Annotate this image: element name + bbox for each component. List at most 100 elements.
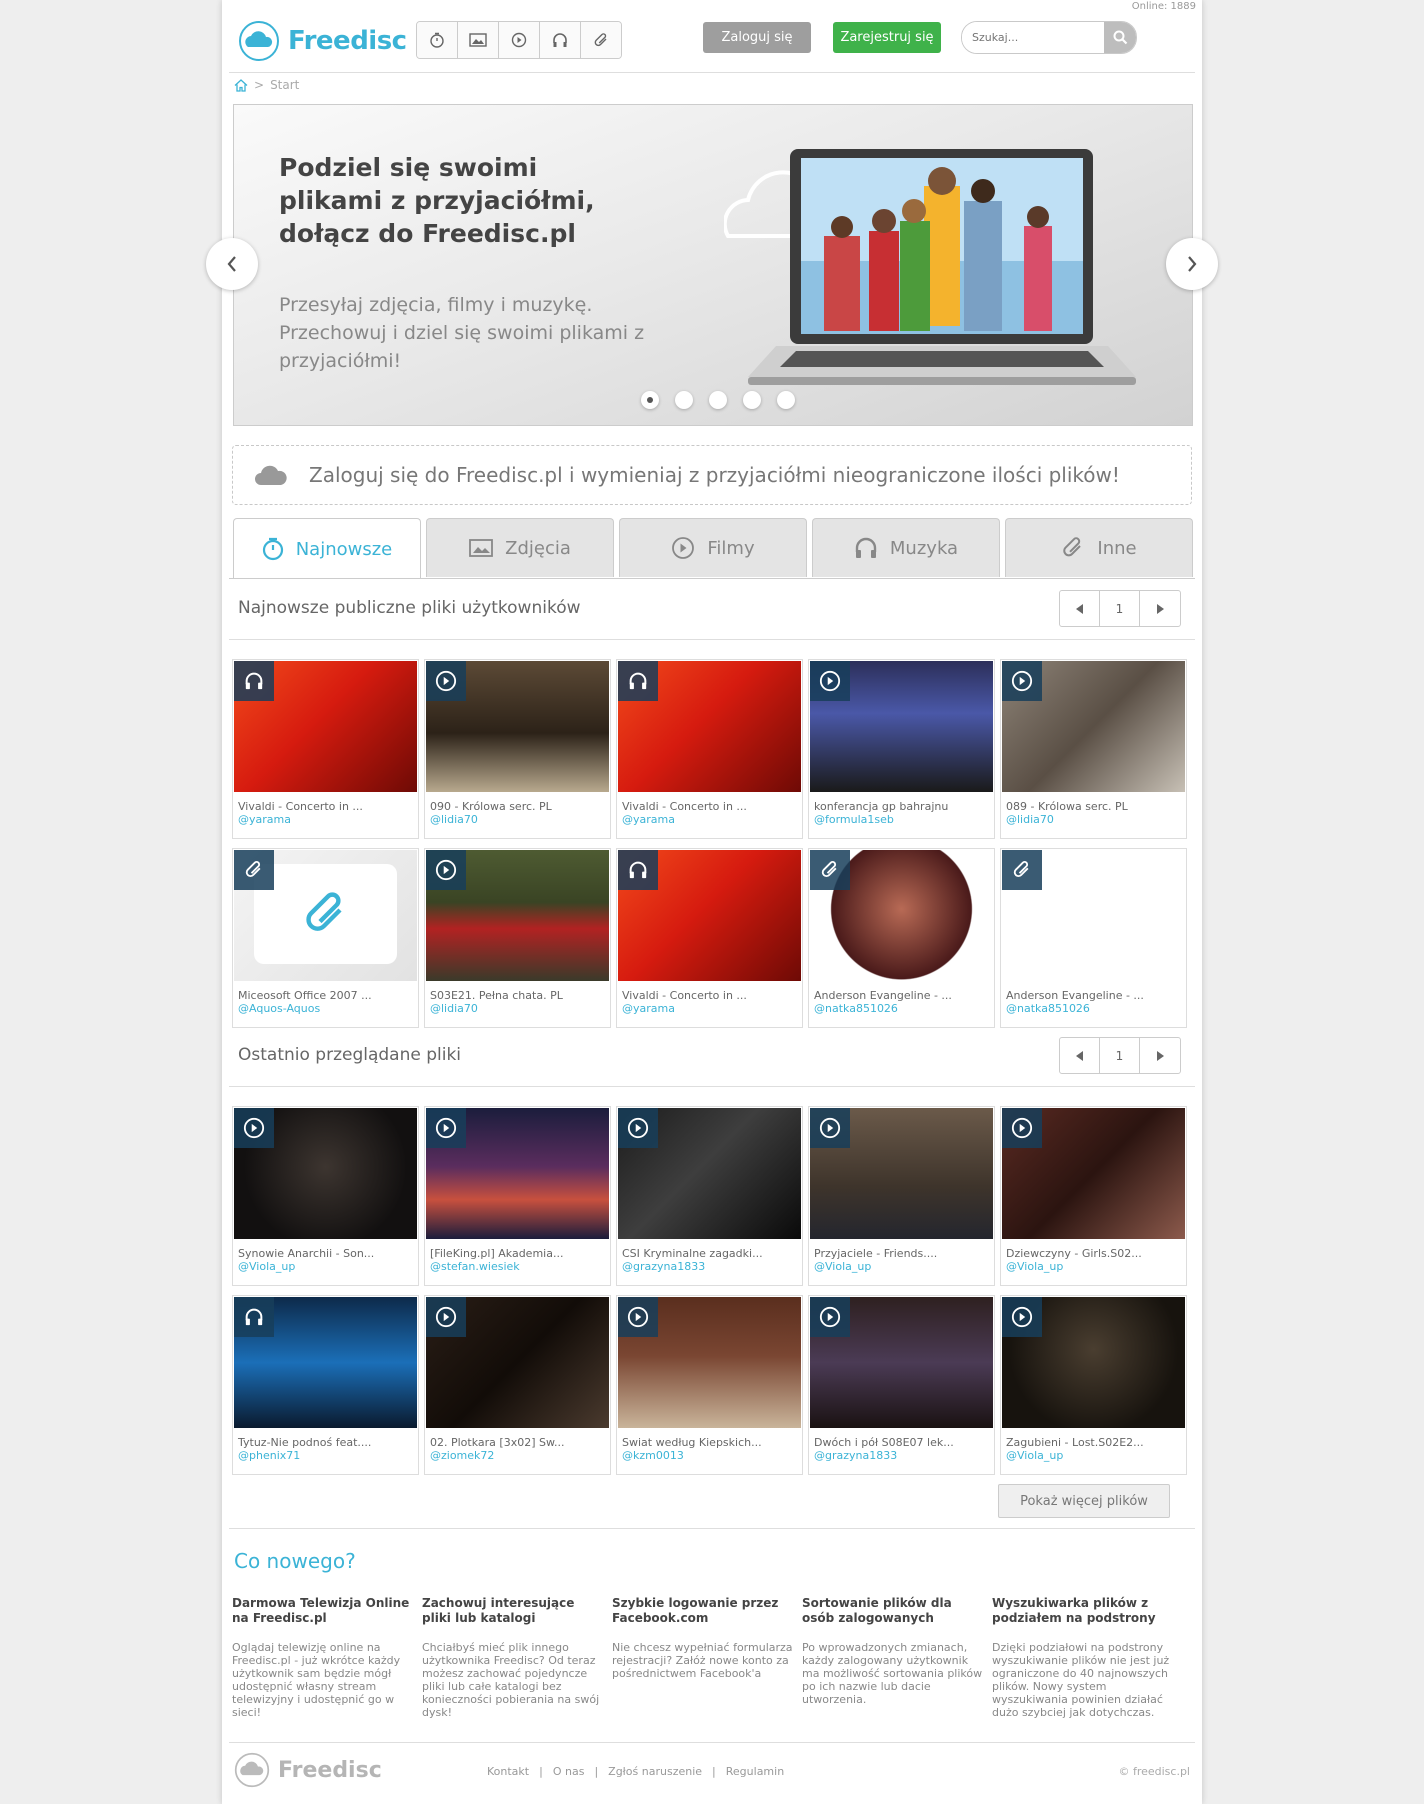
register-button[interactable]: Zarejestruj się bbox=[833, 22, 941, 53]
play-icon[interactable] bbox=[499, 22, 540, 58]
slider-dot[interactable] bbox=[777, 391, 795, 409]
file-title[interactable]: S03E21. Pełna chata. PL bbox=[430, 989, 563, 1002]
file-title[interactable]: Dwóch i pół S08E07 lek... bbox=[814, 1436, 954, 1449]
search-button[interactable] bbox=[1104, 22, 1136, 53]
file-title[interactable]: Przyjaciele - Friends.... bbox=[814, 1247, 937, 1260]
tab-najnowsze[interactable]: Najnowsze bbox=[233, 518, 421, 579]
paperclip-icon[interactable] bbox=[581, 22, 621, 58]
footer-logo[interactable]: Freedisc bbox=[234, 1752, 382, 1788]
pager-next-button[interactable] bbox=[1140, 591, 1179, 626]
file-title[interactable]: Anderson Evangeline - ... bbox=[1006, 989, 1144, 1002]
file-owner-link[interactable]: @natka851026 bbox=[814, 1002, 898, 1015]
file-title[interactable]: Anderson Evangeline - ... bbox=[814, 989, 952, 1002]
slider-dot[interactable] bbox=[743, 391, 761, 409]
file-owner-link[interactable]: @kzm0013 bbox=[622, 1449, 684, 1462]
file-title[interactable]: [FileKing.pl] Akademia... bbox=[430, 1247, 563, 1260]
file-card[interactable]: 089 - Królowa serc. PL @lidia70 bbox=[1000, 659, 1187, 839]
file-owner-link[interactable]: @lidia70 bbox=[430, 1002, 478, 1015]
file-owner-link[interactable]: @Aquos-Aquos bbox=[238, 1002, 320, 1015]
file-card[interactable]: Vivaldi - Concerto in ... @yarama bbox=[232, 659, 419, 839]
file-title[interactable]: Vivaldi - Concerto in ... bbox=[622, 989, 747, 1002]
file-owner-link[interactable]: @phenix71 bbox=[238, 1449, 300, 1462]
file-owner-link[interactable]: @formula1seb bbox=[814, 813, 894, 826]
search-input[interactable] bbox=[962, 22, 1104, 53]
file-title[interactable]: konferancja gp bahrajnu bbox=[814, 800, 948, 813]
file-title[interactable]: Swiat według Kiepskich... bbox=[622, 1436, 762, 1449]
file-owner-link[interactable]: @yarama bbox=[238, 813, 291, 826]
login-button[interactable]: Zaloguj się bbox=[703, 22, 811, 53]
footer-link-regulamin[interactable]: Regulamin bbox=[726, 1765, 784, 1778]
footer-link-o-nas[interactable]: O nas bbox=[553, 1765, 585, 1778]
news-title[interactable]: Darmowa Telewizja Online na Freedisc.pl bbox=[232, 1596, 414, 1626]
file-title[interactable]: Zagubieni - Lost.S02E2... bbox=[1006, 1436, 1144, 1449]
file-card[interactable]: Vivaldi - Concerto in ... @yarama bbox=[616, 848, 803, 1028]
file-title[interactable]: Vivaldi - Concerto in ... bbox=[238, 800, 363, 813]
tab-muzyka[interactable]: Muzyka bbox=[812, 518, 1000, 577]
file-owner-link[interactable]: @stefan.wiesiek bbox=[430, 1260, 520, 1273]
file-owner-link[interactable]: @lidia70 bbox=[430, 813, 478, 826]
news-title[interactable]: Szybkie logowanie przez Facebook.com bbox=[612, 1596, 794, 1626]
login-promo-banner[interactable]: Zaloguj się do Freedisc.pl i wymieniaj z… bbox=[232, 445, 1192, 505]
image-icon[interactable] bbox=[458, 22, 499, 58]
file-title[interactable]: Vivaldi - Concerto in ... bbox=[622, 800, 747, 813]
file-card[interactable]: Anderson Evangeline - ... @natka851026 bbox=[808, 848, 995, 1028]
file-owner-link[interactable]: @Viola_up bbox=[1006, 1260, 1063, 1273]
file-owner-link[interactable]: @lidia70 bbox=[1006, 813, 1054, 826]
file-card[interactable]: Przyjaciele - Friends.... @Viola_up bbox=[808, 1106, 995, 1286]
file-title[interactable]: Miceosoft Office 2007 ... bbox=[238, 989, 372, 1002]
file-title[interactable]: Tytuz-Nie podnoś feat.... bbox=[238, 1436, 371, 1449]
pager-prev-button[interactable] bbox=[1060, 1038, 1099, 1073]
file-owner-link[interactable]: @ziomek72 bbox=[430, 1449, 494, 1462]
news-title[interactable]: Wyszukiwarka plików z podziałem na podst… bbox=[992, 1596, 1174, 1626]
file-card[interactable]: Dwóch i pół S08E07 lek... @grazyna1833 bbox=[808, 1295, 995, 1475]
news-title[interactable]: Sortowanie plików dla osób zalogowanych bbox=[802, 1596, 984, 1626]
file-title[interactable]: CSI Kryminalne zagadki... bbox=[622, 1247, 763, 1260]
file-owner-link[interactable]: @Viola_up bbox=[814, 1260, 871, 1273]
footer-link-kontakt[interactable]: Kontakt bbox=[487, 1765, 529, 1778]
file-card[interactable]: Vivaldi - Concerto in ... @yarama bbox=[616, 659, 803, 839]
file-owner-link[interactable]: @grazyna1833 bbox=[814, 1449, 897, 1462]
pager-next-button[interactable] bbox=[1140, 1038, 1179, 1073]
file-card[interactable]: S03E21. Pełna chata. PL @lidia70 bbox=[424, 848, 611, 1028]
file-owner-link[interactable]: @Viola_up bbox=[1006, 1449, 1063, 1462]
home-icon[interactable] bbox=[234, 78, 248, 92]
file-card[interactable]: Anderson Evangeline - ... @natka851026 bbox=[1000, 848, 1187, 1028]
news-title[interactable]: Zachowuj interesujące pliki lub katalogi bbox=[422, 1596, 604, 1626]
pager-prev-button[interactable] bbox=[1060, 591, 1099, 626]
file-card[interactable]: Zagubieni - Lost.S02E2... @Viola_up bbox=[1000, 1295, 1187, 1475]
file-title[interactable]: 090 - Królowa serc. PL bbox=[430, 800, 552, 813]
file-owner-link[interactable]: @Viola_up bbox=[238, 1260, 295, 1273]
tab-inne[interactable]: Inne bbox=[1005, 518, 1193, 577]
stopwatch-icon[interactable] bbox=[417, 22, 458, 58]
file-card[interactable]: Dziewczyny - Girls.S02... @Viola_up bbox=[1000, 1106, 1187, 1286]
file-card[interactable]: Synowie Anarchii - Son... @Viola_up bbox=[232, 1106, 419, 1286]
file-title[interactable]: Dziewczyny - Girls.S02... bbox=[1006, 1247, 1142, 1260]
slider-prev-button[interactable] bbox=[206, 238, 258, 290]
file-owner-link[interactable]: @grazyna1833 bbox=[622, 1260, 705, 1273]
slider-dot[interactable] bbox=[641, 391, 659, 409]
file-card[interactable]: konferancja gp bahrajnu @formula1seb bbox=[808, 659, 995, 839]
file-card[interactable]: Swiat według Kiepskich... @kzm0013 bbox=[616, 1295, 803, 1475]
slider-dot[interactable] bbox=[709, 391, 727, 409]
file-card[interactable]: Miceosoft Office 2007 ... @Aquos-Aquos bbox=[232, 848, 419, 1028]
file-card[interactable]: CSI Kryminalne zagadki... @grazyna1833 bbox=[616, 1106, 803, 1286]
slider-next-button[interactable] bbox=[1166, 238, 1218, 290]
file-card[interactable]: [FileKing.pl] Akademia... @stefan.wiesiek bbox=[424, 1106, 611, 1286]
file-owner-link[interactable]: @yarama bbox=[622, 1002, 675, 1015]
file-owner-link[interactable]: @natka851026 bbox=[1006, 1002, 1090, 1015]
logo[interactable]: Freedisc bbox=[238, 18, 408, 64]
file-title[interactable]: Synowie Anarchii - Son... bbox=[238, 1247, 374, 1260]
file-owner-link[interactable]: @yarama bbox=[622, 813, 675, 826]
tab-zdjecia[interactable]: Zdjęcia bbox=[426, 518, 614, 577]
file-title[interactable]: 02. Plotkara [3x02] Sw... bbox=[430, 1436, 564, 1449]
footer-link-zglos-naruszenie[interactable]: Zgłoś naruszenie bbox=[608, 1765, 702, 1778]
show-more-button[interactable]: Pokaż więcej plików bbox=[998, 1484, 1170, 1518]
file-card[interactable]: 02. Plotkara [3x02] Sw... @ziomek72 bbox=[424, 1295, 611, 1475]
slider-dot[interactable] bbox=[675, 391, 693, 409]
headphones-icon[interactable] bbox=[540, 22, 581, 58]
file-title[interactable]: 089 - Królowa serc. PL bbox=[1006, 800, 1128, 813]
file-card[interactable]: 090 - Królowa serc. PL @lidia70 bbox=[424, 659, 611, 839]
file-card[interactable]: Tytuz-Nie podnoś feat.... @phenix71 bbox=[232, 1295, 419, 1475]
tab-filmy[interactable]: Filmy bbox=[619, 518, 807, 577]
breadcrumb-current[interactable]: Start bbox=[270, 78, 299, 92]
